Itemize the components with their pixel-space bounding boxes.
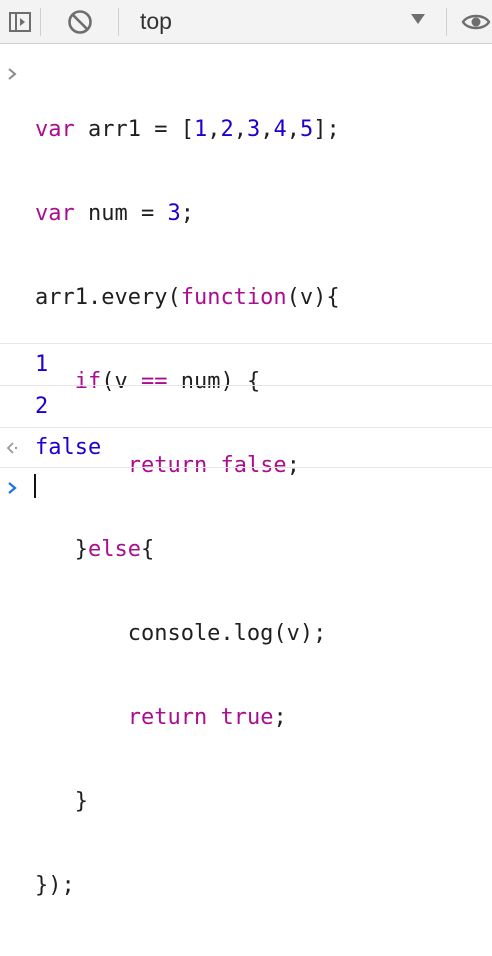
context-label: top (140, 8, 172, 34)
code-line: var arr1 = [1,2,3,4,5]; (35, 117, 340, 142)
context-selector[interactable]: top (124, 0, 440, 43)
result-arrow-icon (0, 436, 24, 460)
console-toolbar: top (0, 0, 492, 44)
toolbar-divider (118, 8, 119, 36)
console-input-entry: var arr1 = [1,2,3,4,5]; var num = 3; arr… (0, 49, 492, 898)
log-value: 1 (35, 352, 49, 377)
sidebar-toggle-button[interactable] (0, 0, 40, 43)
code-line: var num = 3; (35, 201, 194, 226)
text-caret (34, 474, 36, 498)
clear-console-button[interactable] (60, 0, 100, 43)
console-output: var arr1 = [1,2,3,4,5]; var num = 3; arr… (0, 49, 492, 898)
console-log-entry: 1 (0, 344, 492, 386)
code-block: var arr1 = [1,2,3,4,5]; var num = 3; arr… (35, 60, 340, 956)
code-line: console.log(v); (35, 621, 327, 646)
console-log-entry: 2 (0, 386, 492, 428)
sidebar-toggle-icon (9, 11, 31, 32)
eye-icon (461, 14, 491, 29)
code-line: }); (35, 873, 75, 898)
log-value: 2 (35, 394, 49, 419)
code-line: return true; (127, 705, 287, 730)
live-expression-button[interactable] (456, 0, 492, 43)
result-value: false (35, 435, 102, 460)
code-line: arr1.every(function(v){ (35, 285, 340, 310)
console-result-entry: false (0, 428, 492, 468)
code-line: }else{ (35, 537, 155, 562)
prompt-chevron-icon (0, 476, 24, 500)
toolbar-divider (40, 8, 41, 36)
toolbar-divider (446, 8, 447, 36)
code-line: } (35, 789, 88, 814)
chevron-right-icon (0, 62, 24, 86)
clear-console-icon (68, 9, 92, 34)
triangle-down-icon (411, 14, 425, 24)
console-prompt[interactable] (0, 468, 492, 504)
